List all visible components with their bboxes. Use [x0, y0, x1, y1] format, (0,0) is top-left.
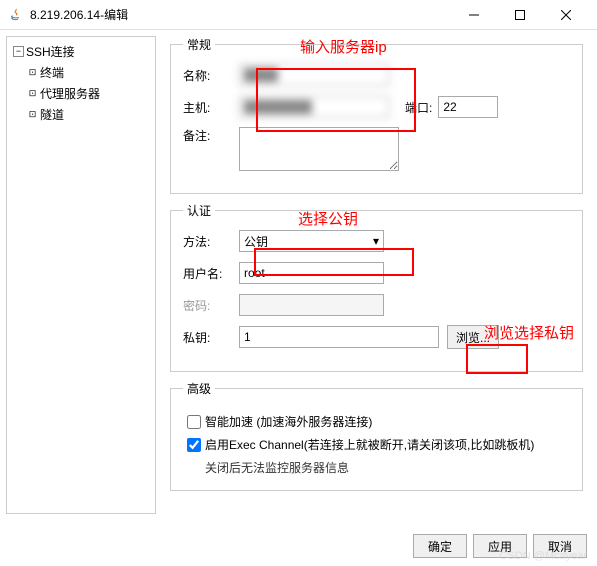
watermark: CSDN @Mcayear: [499, 550, 587, 562]
leaf-icon: ⊡: [27, 67, 38, 78]
browse-button[interactable]: 浏览...: [447, 325, 499, 349]
collapse-icon[interactable]: −: [13, 46, 24, 57]
close-button[interactable]: [543, 0, 589, 30]
host-input[interactable]: [239, 96, 389, 118]
accel-checkbox[interactable]: [187, 415, 201, 429]
method-select[interactable]: 公钥 ▾: [239, 230, 384, 252]
tree-label: 代理服务器: [40, 85, 100, 102]
tree-item-tunnel[interactable]: ⊡ 隧道: [9, 104, 153, 125]
tree-label: SSH连接: [26, 43, 75, 60]
port-input[interactable]: [438, 96, 498, 118]
leaf-icon: ⊡: [27, 88, 38, 99]
advanced-note: 关闭后无法监控服务器信息: [205, 459, 570, 476]
user-label: 用户名:: [183, 265, 239, 282]
chevron-down-icon: ▾: [373, 234, 379, 248]
content-panel: 常规 名称: 主机: 端口: 备注: 认证 方法: 公钥: [162, 36, 591, 514]
advanced-group: 高级 智能加速 (加速海外服务器连接) 启用Exec Channel(若连接上就…: [170, 380, 583, 491]
pass-label: 密码:: [183, 297, 239, 314]
java-icon: [8, 7, 24, 23]
host-label: 主机:: [183, 99, 239, 116]
accel-label: 智能加速 (加速海外服务器连接): [205, 413, 372, 430]
exec-checkbox[interactable]: [187, 438, 201, 452]
key-input[interactable]: [239, 326, 439, 348]
method-value: 公钥: [244, 233, 268, 250]
general-legend: 常规: [183, 36, 215, 53]
remark-input[interactable]: [239, 127, 399, 171]
maximize-button[interactable]: [497, 0, 543, 30]
tree-root-ssh[interactable]: − SSH连接: [9, 41, 153, 62]
minimize-button[interactable]: [451, 0, 497, 30]
remark-label: 备注:: [183, 127, 239, 144]
tree-item-terminal[interactable]: ⊡ 终端: [9, 62, 153, 83]
method-label: 方法:: [183, 233, 239, 250]
pass-input: [239, 294, 384, 316]
window-title: 8.219.206.14-编辑: [30, 6, 451, 23]
auth-group: 认证 方法: 公钥 ▾ 用户名: 密码: 私钥: 浏览...: [170, 202, 583, 372]
leaf-icon: ⊡: [27, 109, 38, 120]
advanced-legend: 高级: [183, 380, 215, 397]
titlebar: 8.219.206.14-编辑: [0, 0, 597, 30]
name-input[interactable]: [239, 64, 389, 86]
port-label: 端口:: [405, 99, 432, 116]
auth-legend: 认证: [183, 202, 215, 219]
exec-label: 启用Exec Channel(若连接上就被断开,请关闭该项,比如跳板机): [205, 436, 534, 453]
user-input[interactable]: [239, 262, 384, 284]
sidebar: − SSH连接 ⊡ 终端 ⊡ 代理服务器 ⊡ 隧道: [6, 36, 156, 514]
tree-item-proxy[interactable]: ⊡ 代理服务器: [9, 83, 153, 104]
tree-label: 隧道: [40, 106, 64, 123]
key-label: 私钥:: [183, 329, 239, 346]
name-label: 名称:: [183, 67, 239, 84]
main-area: − SSH连接 ⊡ 终端 ⊡ 代理服务器 ⊡ 隧道 常规 名称: 主机: 端口:: [0, 30, 597, 520]
ok-button[interactable]: 确定: [413, 534, 467, 558]
general-group: 常规 名称: 主机: 端口: 备注:: [170, 36, 583, 194]
tree-label: 终端: [40, 64, 64, 81]
